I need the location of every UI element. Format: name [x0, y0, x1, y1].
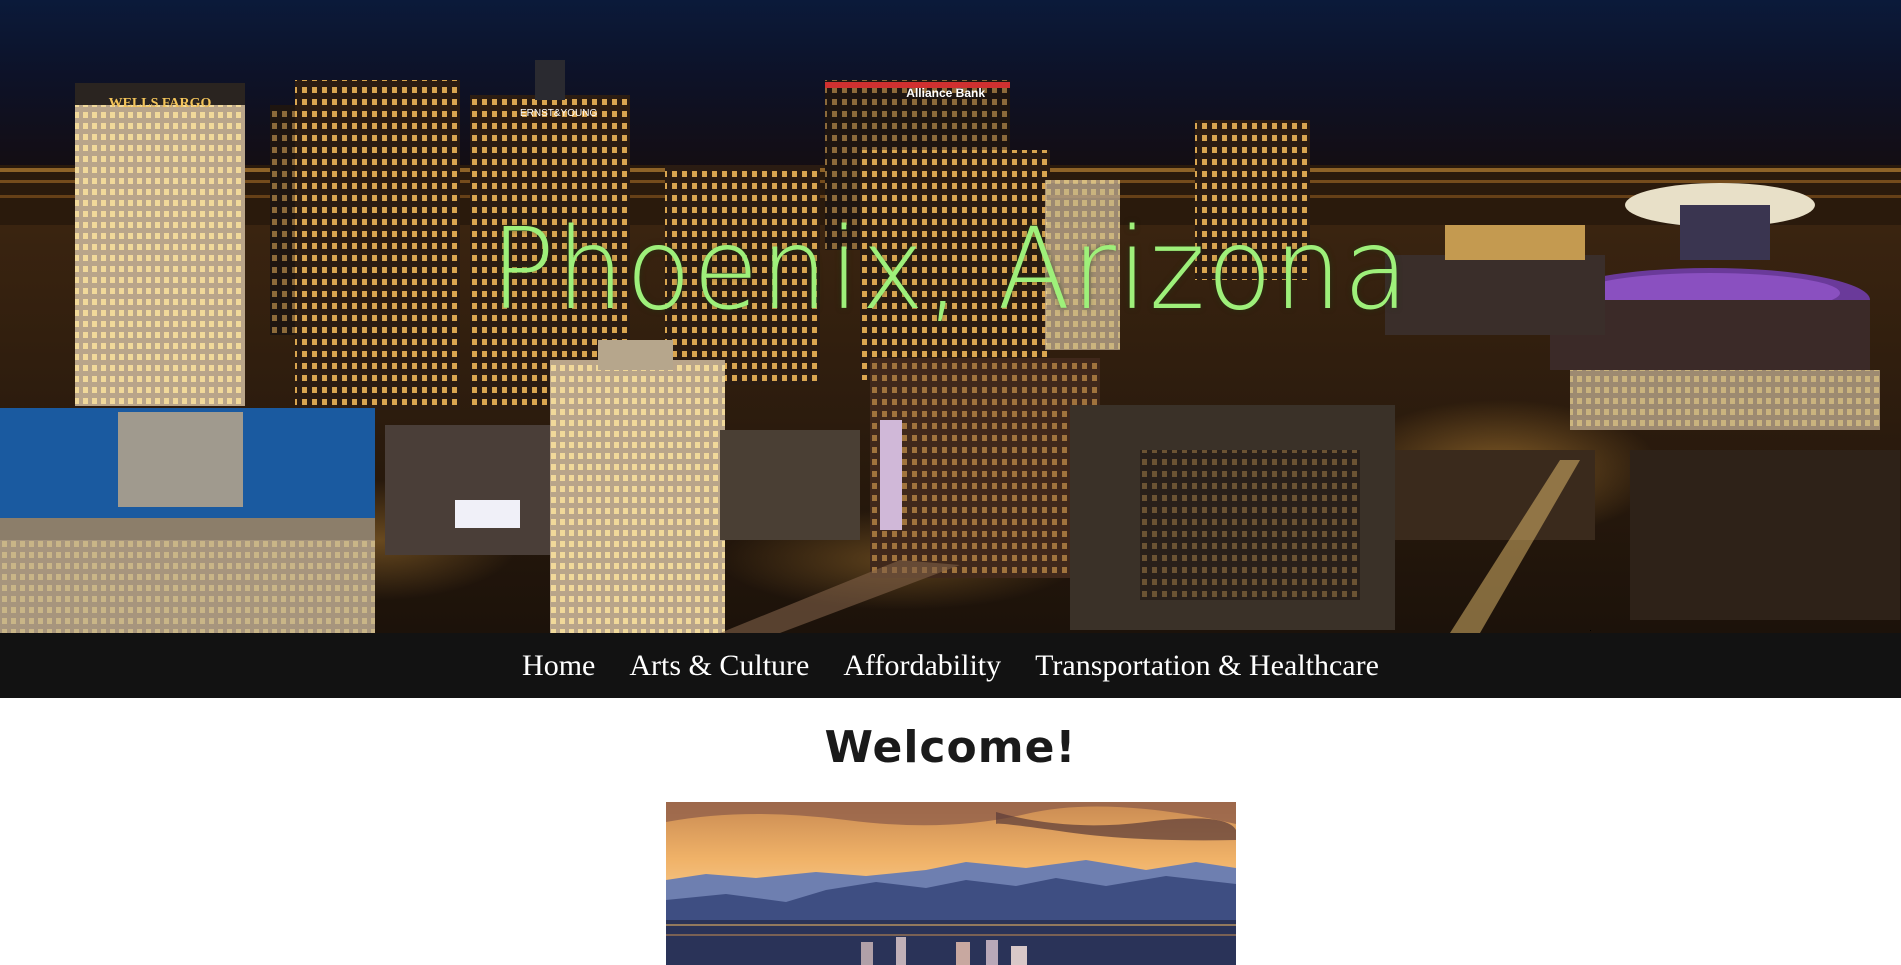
nav-item-home[interactable]: Home [505, 649, 612, 683]
ernst-young-sign: ERNST&YOUNG [520, 108, 597, 119]
welcome-image [666, 802, 1236, 965]
hero-title: Phoenix, Arizona [490, 205, 1411, 335]
hero-banner: WELLS FARGO ERNST&YOUNG Alliance Bank Ph… [0, 0, 1901, 633]
welcome-heading: Welcome! [824, 722, 1077, 773]
alliance-bank-sign: Alliance Bank [906, 86, 985, 100]
nav-item-arts-culture[interactable]: Arts & Culture [612, 649, 826, 683]
main-navigation: Home Arts & Culture Affordability Transp… [0, 633, 1901, 698]
nav-item-transportation-healthcare[interactable]: Transportation & Healthcare [1018, 649, 1396, 683]
nav-item-affordability[interactable]: Affordability [826, 649, 1018, 683]
wells-fargo-sign: WELLS FARGO [109, 96, 212, 111]
